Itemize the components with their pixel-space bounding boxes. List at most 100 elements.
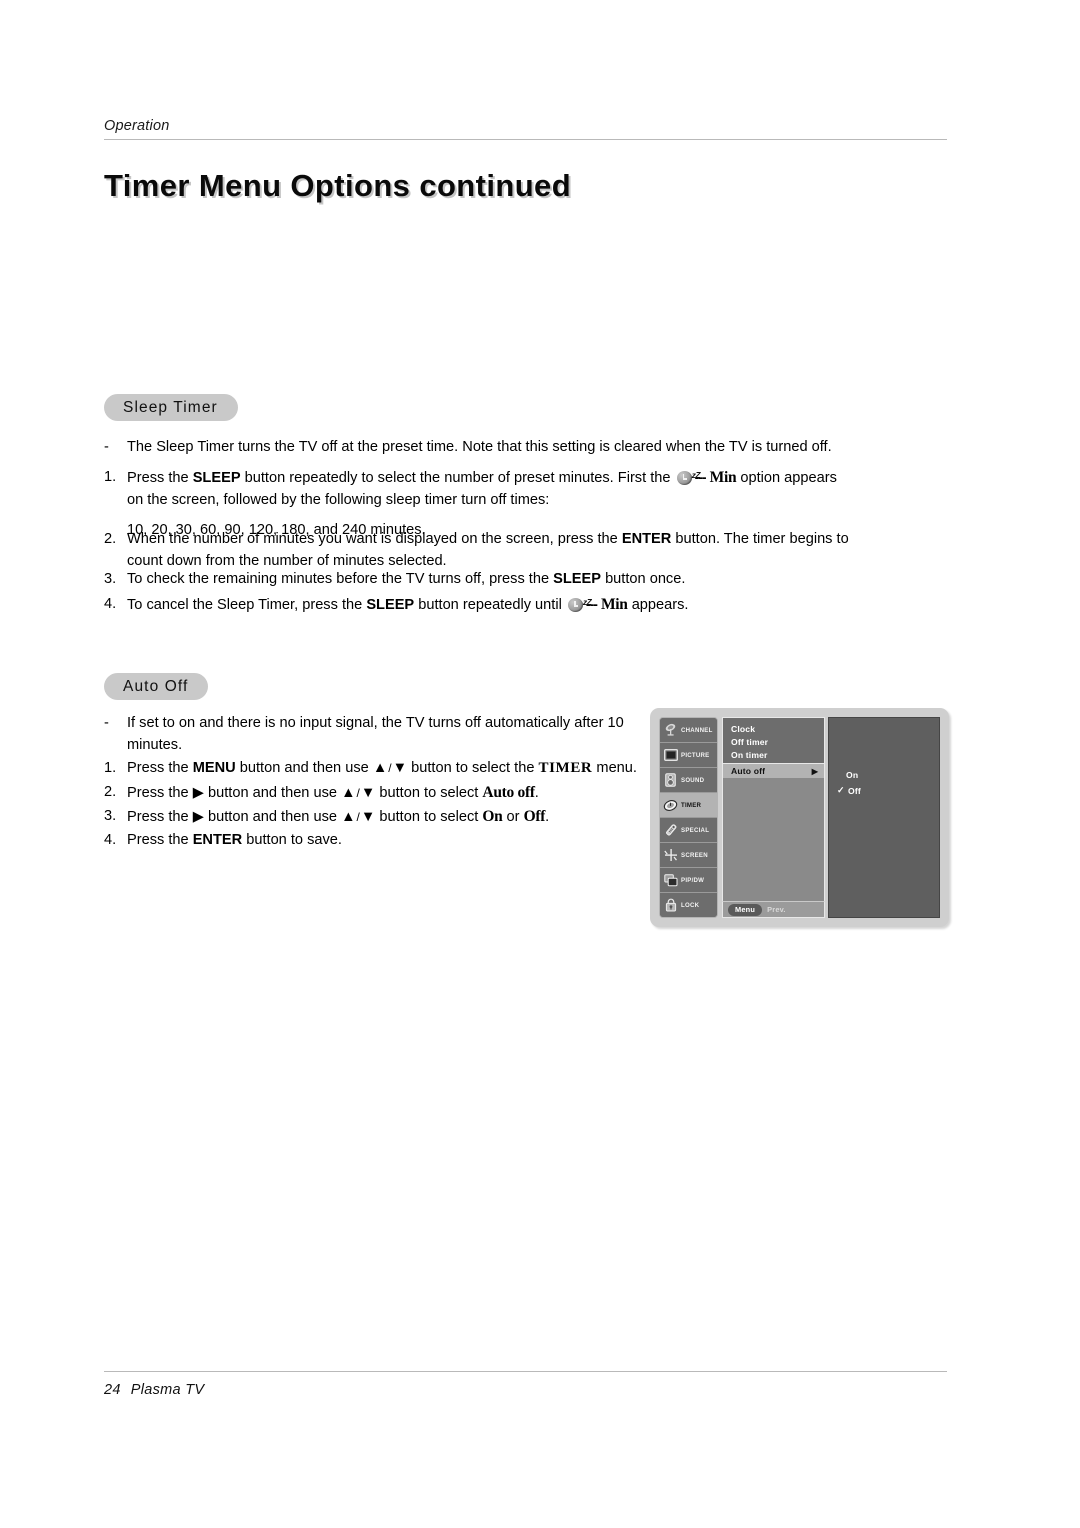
osd-sidebar-item-picture[interactable]: PICTURE: [660, 743, 717, 768]
osd-menu-item-on-timer[interactable]: On timer: [723, 748, 824, 761]
osd-menu-empty-area: [722, 778, 825, 902]
osd-menu-column: Clock Off timer On timer Auto off ▶ Menu…: [722, 717, 825, 918]
timer-menu-label: TIMER: [538, 760, 593, 776]
sleep-timer-icon: zZ: [567, 597, 592, 612]
auto-off-step-1: 1. Press the MENU button and then use ▲/…: [104, 758, 664, 780]
step-text-a: Press the: [127, 832, 193, 848]
arrow-up-icon: ▲: [372, 760, 388, 776]
step-bold-enter: ENTER: [192, 832, 243, 848]
auto-off-bullet-line-2: minutes.: [127, 736, 183, 753]
auto-off-label: Auto off: [482, 784, 535, 801]
page-header: Operation: [104, 118, 947, 140]
osd-option-label: Off: [848, 785, 861, 796]
sleep-timer-icon: zZ: [676, 470, 701, 485]
satellite-dish-icon: [663, 723, 678, 738]
footer-divider: [104, 1371, 947, 1372]
chevron-right-icon: ▶: [811, 766, 818, 776]
osd-sidebar-label: SCREEN: [681, 851, 708, 859]
sleep-step-3: 3. To check the remaining minutes before…: [104, 569, 964, 591]
step-marker: 1.: [104, 760, 117, 776]
step-bold-sleep: SLEEP: [553, 571, 602, 587]
step-text-b: button repeatedly until: [414, 597, 562, 613]
step-text-c: button to select the: [407, 760, 539, 776]
clock-icon: [663, 798, 678, 813]
step-text-a: Press the: [127, 760, 193, 776]
osd-sidebar-item-special[interactable]: SPECIAL: [660, 818, 717, 843]
step-text-c: appears.: [627, 597, 689, 613]
on-label: On: [482, 808, 503, 825]
step-text-c: button to select: [375, 785, 483, 801]
speaker-icon: [663, 773, 678, 788]
sleep-step-2: 2. When the number of minutes you want i…: [104, 529, 964, 572]
osd-sidebar-label: PICTURE: [681, 751, 710, 759]
step-marker: 3.: [104, 571, 117, 587]
arrow-right-icon: ▶: [192, 785, 204, 801]
step-text-b: button and then use: [203, 809, 342, 825]
step-marker: 4.: [104, 832, 117, 848]
sleep-bullet: - The Sleep Timer turns the TV off at th…: [104, 437, 947, 459]
osd-option-label: On: [846, 770, 859, 780]
arrow-up-icon: ▲: [341, 809, 356, 825]
step-marker: 4.: [104, 596, 117, 612]
step-text-a: To cancel the Sleep Timer, press the: [127, 597, 367, 613]
osd-sidebar-item-timer[interactable]: TIMER: [660, 793, 717, 818]
padlock-icon: [663, 898, 678, 913]
osd-sidebar-item-sound[interactable]: SOUND: [660, 768, 717, 793]
step-text-c: option appears: [736, 470, 837, 486]
step-line-2: on the screen, followed by the following…: [127, 491, 550, 508]
off-label: Off: [523, 808, 546, 825]
header-divider: [104, 139, 947, 140]
osd-sidebar-label: PIP/DW: [681, 876, 705, 884]
section-heading-auto-off: Auto Off: [104, 673, 209, 700]
step-bold-menu: MENU: [192, 760, 236, 776]
arrow-down-icon: ▼: [360, 785, 376, 801]
osd-option-on[interactable]: On: [837, 770, 939, 780]
checkmark-icon: ✓: [837, 785, 845, 795]
osd-menu-list: Clock Off timer On timer: [722, 717, 825, 764]
tv-osd-screenshot: CHANNEL PICTURE SOUND TIMER SPECIAL SCRE…: [650, 708, 949, 927]
breadcrumb: Operation: [104, 118, 170, 134]
step-text-a: Press the: [127, 785, 193, 801]
step-text-d: .: [534, 785, 539, 801]
osd-menu-item-clock[interactable]: Clock: [723, 722, 824, 735]
osd-sidebar-item-channel[interactable]: CHANNEL: [660, 718, 717, 743]
osd-sidebar-label: LOCK: [681, 901, 700, 909]
tv-screen-icon: [663, 748, 678, 763]
osd-sidebar-item-pip-dw[interactable]: PIP/DW: [660, 868, 717, 893]
min-label: Min: [709, 469, 737, 486]
step-text-b: button and then use: [235, 760, 373, 776]
remote-control-icon: [663, 823, 678, 838]
osd-selected-label: Auto off: [731, 766, 766, 776]
osd-option-off[interactable]: ✓ Off: [837, 785, 939, 796]
step-bold-sleep: SLEEP: [366, 597, 415, 613]
step-text-b: button once.: [601, 571, 686, 587]
step-text-b: button to save.: [242, 832, 342, 848]
arrow-down-icon: ▼: [360, 809, 376, 825]
osd-sidebar-item-screen[interactable]: SCREEN: [660, 843, 717, 868]
step-text-b: button repeatedly to select the number o…: [240, 470, 671, 486]
sleep-bullet-text: The Sleep Timer turns the TV off at the …: [127, 439, 832, 455]
auto-off-bullet: - If set to on and there is no input sig…: [104, 713, 644, 756]
product-name: Plasma TV: [130, 1382, 205, 1398]
bullet-marker: -: [104, 715, 109, 731]
auto-off-step-4: 4. Press the ENTER button to save.: [104, 830, 664, 852]
step-text-d: menu.: [592, 760, 637, 776]
osd-prev-label[interactable]: Prev.: [767, 905, 786, 914]
step-marker: 2.: [104, 531, 117, 547]
osd-menu-item-auto-off-selected[interactable]: Auto off ▶: [722, 764, 825, 778]
step-text-a: To check the remaining minutes before th…: [127, 571, 554, 587]
crosshair-icon: [663, 848, 678, 863]
step-text-c: button to select: [375, 809, 483, 825]
arrow-down-icon: ▼: [392, 760, 408, 776]
step-bold-sleep: SLEEP: [192, 470, 241, 486]
osd-menu-item-off-timer[interactable]: Off timer: [723, 735, 824, 748]
section-heading-sleep-timer: Sleep Timer: [104, 394, 238, 421]
step-marker: 2.: [104, 784, 117, 800]
osd-menu-button[interactable]: Menu: [728, 903, 763, 916]
osd-sidebar-label: SOUND: [681, 776, 705, 784]
arrow-up-icon: ▲: [341, 785, 356, 801]
osd-sidebar-item-lock[interactable]: LOCK: [660, 893, 717, 917]
page-number: 24: [104, 1382, 121, 1398]
osd-sidebar-label: TIMER: [681, 801, 702, 809]
min-label: Min: [600, 596, 628, 613]
